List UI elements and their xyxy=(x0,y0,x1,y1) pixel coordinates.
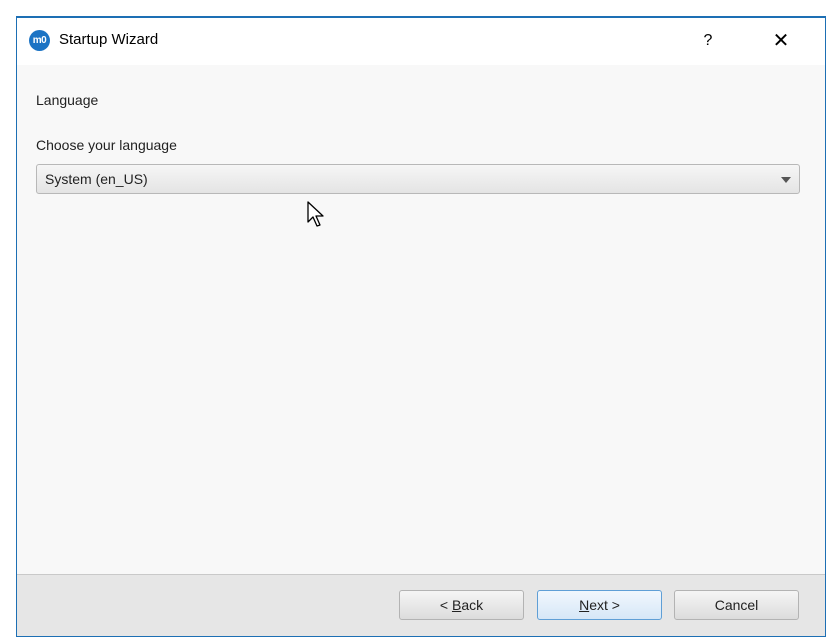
back-button-label: ack xyxy=(461,597,484,613)
mouse-cursor-icon xyxy=(307,201,324,227)
next-button-mnemonic: N xyxy=(579,597,590,613)
language-select-value: System (en_US) xyxy=(45,171,148,187)
back-button-prefix: < xyxy=(439,597,452,613)
close-button[interactable]: ✕ xyxy=(761,26,801,56)
chevron-down-icon xyxy=(781,177,791,183)
window-title: Startup Wizard xyxy=(59,31,159,48)
language-label: Choose your language xyxy=(36,137,177,153)
back-button-mnemonic: B xyxy=(451,597,462,613)
language-select[interactable]: System (en_US) xyxy=(36,164,800,194)
next-button[interactable]: Next > xyxy=(537,590,662,620)
wizard-page: Language Choose your language System (en… xyxy=(17,65,825,574)
next-button-label: ext > xyxy=(589,597,620,613)
page-title: Language xyxy=(36,92,99,108)
cancel-button[interactable]: Cancel xyxy=(674,590,799,620)
startup-wizard-window: m0 Startup Wizard ? ✕ Language Choose yo… xyxy=(16,16,826,637)
help-button[interactable]: ? xyxy=(693,29,723,53)
title-bar: m0 Startup Wizard ? ✕ xyxy=(17,18,825,65)
app-logo-icon: m0 xyxy=(29,30,50,51)
back-button[interactable]: < Back xyxy=(399,590,524,620)
button-bar: < Back Next > Cancel xyxy=(17,574,825,636)
